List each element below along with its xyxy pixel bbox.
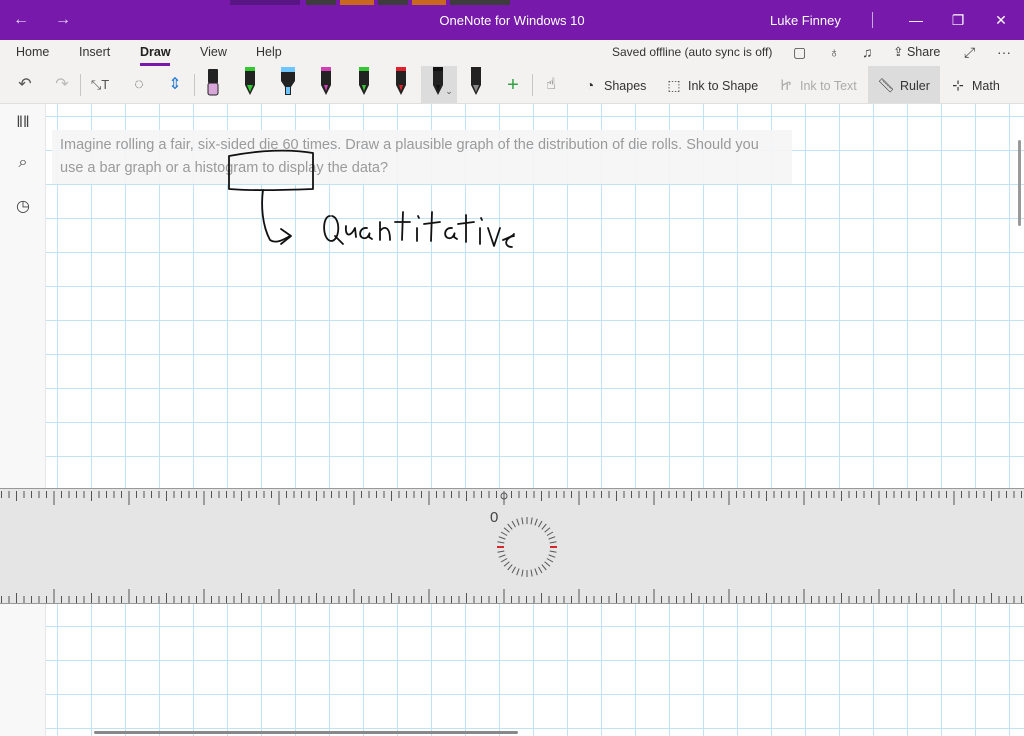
sticky-notes-icon[interactable]: ▢ [793, 44, 806, 61]
user-name[interactable]: Luke Finney [770, 13, 841, 28]
tab-home[interactable]: Home [16, 45, 49, 59]
horizontal-scrollbar[interactable] [94, 731, 518, 734]
undo-icon[interactable]: ↶ [14, 74, 36, 96]
title-separator [872, 12, 873, 28]
title-bar: ← → OneNote for Windows 10 Luke Finney —… [0, 0, 1024, 40]
ink-to-text-label: Ink to Text [800, 79, 857, 93]
tab-view[interactable]: View [200, 45, 227, 59]
red-pen-icon[interactable] [393, 67, 409, 99]
toolbar-separator [532, 74, 533, 96]
shapes-icon: ◔ [585, 77, 595, 93]
math-icon: ⊹ [952, 77, 964, 93]
ruler-tool[interactable]: 0 [0, 488, 1024, 604]
expand-icon[interactable]: ⤢ [964, 44, 975, 61]
touch-drawing-icon[interactable]: ☝ [540, 74, 562, 96]
recent-clock-icon[interactable]: ◷ [12, 196, 34, 218]
math-label: Math [972, 79, 1000, 93]
ink-to-shape-label: Ink to Shape [688, 79, 759, 93]
add-space-icon[interactable]: ⇕ [164, 74, 186, 96]
toolbar-separator [80, 74, 81, 96]
chevron-down-icon[interactable]: ⌄ [444, 86, 454, 96]
toolbar-separator [194, 74, 195, 96]
ink-to-shape-button[interactable]: ⬚ Ink to Shape [664, 72, 758, 98]
magenta-pen-icon[interactable] [318, 67, 334, 99]
shapes-label: Shapes [604, 79, 647, 93]
draw-toolbar: ↶ ↷ ⤡T ◌ ⇕ ⌄ + ☝ ◔ Shapes ⬚ Ink to Shape… [0, 66, 1024, 104]
taskbar-strip [230, 0, 730, 6]
ruler-button[interactable]: 📏︎ Ruler [876, 72, 930, 98]
sync-status: Saved offline (auto sync is off) [612, 45, 773, 59]
shapes-button[interactable]: ◔ Shapes [580, 72, 647, 98]
navigation-rail: ‖‖ ⌕ ◷ [0, 104, 46, 736]
minimize-icon[interactable]: — [906, 10, 926, 30]
menu-bar: Home Insert Draw View Help Saved offline… [0, 40, 1024, 66]
ink-to-text-icon: Ꮵ [780, 77, 792, 93]
math-button[interactable]: ⊹ Math [948, 72, 1000, 98]
lightbulb-icon[interactable]: ♁ [829, 44, 840, 60]
onenote-window: ← → OneNote for Windows 10 Luke Finney —… [0, 0, 1024, 736]
share-icon: ⇪ [893, 45, 907, 59]
tab-insert[interactable]: Insert [79, 45, 110, 59]
black-pencil-icon[interactable] [468, 67, 484, 99]
note-page-canvas[interactable] [46, 104, 1024, 736]
close-icon[interactable]: ✕ [991, 10, 1011, 30]
window-title: OneNote for Windows 10 [439, 13, 585, 28]
ruler-icon: 📏︎ [877, 77, 895, 93]
share-label: Share [906, 45, 941, 59]
lasso-select-icon[interactable]: ◌ [128, 74, 150, 96]
tab-draw[interactable]: Draw [140, 45, 171, 59]
blue-highlighter-icon[interactable] [280, 67, 296, 99]
green-pencil-icon[interactable] [242, 67, 258, 99]
notebooks-icon[interactable]: ‖‖ [12, 114, 34, 136]
bell-icon[interactable]: ♫ [862, 44, 873, 60]
ruler-zero-label: 0 [490, 509, 499, 526]
redo-icon[interactable]: ↷ [51, 74, 73, 96]
add-pen-icon[interactable]: + [502, 74, 524, 96]
ruler-ticks [1, 491, 1022, 603]
type-select-icon[interactable]: ⤡T [89, 74, 111, 96]
eraser-icon[interactable] [205, 67, 221, 99]
green-pen-icon[interactable] [356, 67, 372, 99]
vertical-scrollbar[interactable] [1018, 140, 1021, 226]
question-text[interactable]: Imagine rolling a fair, six-sided die 60… [52, 130, 792, 184]
ink-to-shape-icon: ⬚ [667, 77, 681, 93]
tab-help[interactable]: Help [256, 45, 282, 59]
more-options-icon[interactable]: ··· [997, 44, 1011, 60]
search-icon[interactable]: ⌕ [12, 154, 34, 176]
restore-icon[interactable]: ❐ [948, 10, 968, 30]
ruler-label: Ruler [900, 79, 930, 93]
share-button[interactable]: ⇪ Share [893, 44, 940, 59]
ink-to-text-button[interactable]: Ꮵ Ink to Text [776, 72, 857, 98]
